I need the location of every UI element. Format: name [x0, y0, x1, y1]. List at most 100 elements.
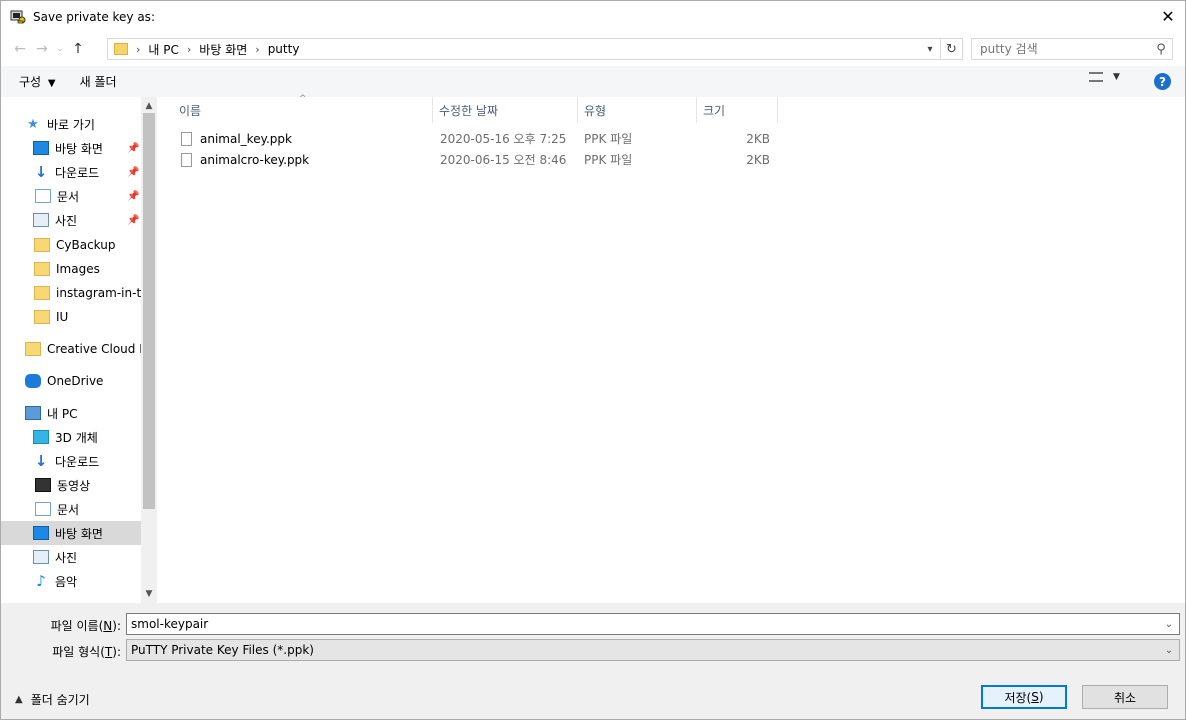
filename-input[interactable]: smol-keypair [131, 617, 208, 631]
scroll-down-icon[interactable]: ▼ [141, 587, 157, 601]
sidebar-item-label: 사진 [55, 550, 78, 565]
file-icon [181, 152, 192, 167]
pictures-icon [33, 213, 49, 227]
sidebar-scrollbar[interactable]: ▲ ▼ [141, 97, 157, 603]
command-toolbar: 구성 ▼ 새 폴더 ▼ ? [1, 66, 1185, 97]
recent-chevron-icon[interactable]: ⌄ [53, 38, 67, 60]
window-title: Save private key as: [33, 9, 155, 24]
sidebar-item-music[interactable]: ♪ 음악 [1, 569, 141, 593]
sidebar-item-documents[interactable]: 문서 [1, 497, 141, 521]
onedrive-cloud-icon [25, 374, 41, 388]
sidebar-item-quick-access[interactable]: ★ 바로 가기 [1, 112, 141, 136]
file-name: animal_key.ppk [200, 131, 292, 146]
pin-icon: 📌 [127, 190, 140, 202]
file-name-cell: animalcro-key.ppk [181, 152, 309, 167]
sidebar-item-desktop-pinned[interactable]: 바탕 화면 📌 [1, 136, 141, 160]
breadcrumb-my-pc[interactable]: 내 PC [148, 41, 178, 58]
breadcrumb-putty[interactable]: putty [268, 42, 300, 56]
breadcrumb-desktop[interactable]: 바탕 화면 [199, 41, 247, 58]
cancel-button[interactable]: 취소 [1082, 685, 1168, 709]
column-header-date[interactable]: 수정한 날짜 [433, 97, 578, 123]
save-button[interactable]: 저장(S) [981, 685, 1067, 709]
column-header-size[interactable]: 크기 [697, 97, 778, 123]
save-label-suffix: ) [1038, 690, 1044, 704]
file-date: 2020-06-15 오전 8:46 [440, 153, 567, 167]
column-header-label: 크기 [703, 103, 726, 118]
download-icon: ↓ [34, 452, 48, 470]
sidebar-item-onedrive[interactable]: OneDrive [1, 369, 141, 393]
filetype-select[interactable]: PuTTY Private Key Files (*.ppk) ⌄ [126, 639, 1180, 661]
view-options-button[interactable]: ▼ [1089, 72, 1120, 82]
help-icon[interactable]: ? [1154, 73, 1171, 90]
sidebar-item-label: 다운로드 [55, 165, 100, 180]
sidebar-item-cybackup[interactable]: CyBackup [1, 233, 141, 257]
music-icon: ♪ [36, 572, 46, 590]
chevron-down-icon: ▼ [1113, 72, 1120, 82]
search-box[interactable]: ⚲ [971, 38, 1173, 60]
pin-icon: 📌 [127, 142, 140, 154]
pin-icon: 📌 [127, 166, 140, 178]
up-arrow-icon[interactable]: ↑ [67, 38, 89, 60]
sidebar-item-instagram[interactable]: instagram-in-tis [1, 281, 141, 305]
creative-cloud-icon [25, 342, 41, 356]
column-header-name[interactable]: 이름 ^ [159, 94, 433, 123]
file-row[interactable]: animal_key.ppk 2020-05-16 오후 7:25 PPK 파일… [159, 128, 779, 149]
chevron-right-icon[interactable]: › [136, 43, 140, 56]
sidebar-item-label: CyBackup [56, 238, 116, 252]
navigation-pane: ★ 바로 가기 바탕 화면 📌 ↓ 다운로드 📌 문서 📌 사진 📌 CyBac… [1, 97, 157, 603]
sidebar-item-downloads-pinned[interactable]: ↓ 다운로드 📌 [1, 160, 141, 184]
back-arrow-icon[interactable]: ← [9, 38, 31, 60]
chevron-right-icon[interactable]: › [255, 43, 259, 56]
save-dialog: Save private key as: ✕ ← → ⌄ ↑ › 내 PC › … [0, 0, 1186, 720]
close-icon[interactable]: ✕ [1151, 1, 1185, 32]
file-list: 이름 ^ 수정한 날짜 유형 크기 animal_key.ppk 2020-05… [159, 94, 1185, 603]
folder-icon [34, 286, 50, 300]
chevron-down-icon[interactable]: ⌄ [1159, 640, 1179, 660]
filetype-label-text: 파일 형식( [52, 645, 105, 659]
sidebar-item-pictures[interactable]: 사진 [1, 545, 141, 569]
sidebar-item-downloads[interactable]: ↓ 다운로드 [1, 449, 141, 473]
document-icon [35, 189, 51, 203]
sidebar-item-images[interactable]: Images [1, 257, 141, 281]
scroll-up-icon[interactable]: ▲ [141, 99, 157, 113]
folder-icon [34, 310, 50, 324]
sidebar-item-creative-cloud[interactable]: Creative Cloud Fil [1, 337, 141, 361]
new-folder-button[interactable]: 새 폴더 [66, 73, 127, 90]
sidebar-item-documents-pinned[interactable]: 문서 📌 [1, 184, 141, 208]
sidebar-item-desktop[interactable]: 바탕 화면 [1, 521, 141, 545]
details-view-icon [1089, 72, 1103, 82]
hide-folders-toggle[interactable]: ▲ 폴더 숨기기 [15, 691, 90, 708]
column-header-label: 유형 [584, 103, 607, 118]
column-header-type[interactable]: 유형 [578, 97, 697, 123]
file-row[interactable]: animalcro-key.ppk 2020-06-15 오전 8:46 PPK… [159, 149, 779, 170]
organize-button[interactable]: 구성 ▼ [1, 73, 66, 90]
computer-icon [25, 406, 41, 420]
sidebar-item-pictures-pinned[interactable]: 사진 📌 [1, 208, 141, 232]
sidebar-item-label: OneDrive [47, 374, 104, 388]
file-size: 2KB [746, 152, 770, 167]
address-bar[interactable]: › 내 PC › 바탕 화면 › putty ▾ ↻ [107, 38, 963, 60]
chevron-down-icon[interactable]: ⌄ [1159, 614, 1179, 634]
file-icon [181, 131, 192, 146]
filetype-label: 파일 형식(T): [1, 643, 121, 660]
file-type: PPK 파일 [584, 153, 633, 167]
desktop-icon [33, 526, 49, 540]
putty-app-icon [9, 8, 27, 26]
sidebar-item-label: Images [56, 262, 100, 276]
scrollbar-thumb[interactable] [143, 113, 155, 509]
sidebar-item-3d-objects[interactable]: 3D 개체 [1, 425, 141, 449]
chevron-right-icon[interactable]: › [187, 43, 191, 56]
refresh-icon[interactable]: ↻ [940, 39, 962, 59]
sidebar-item-my-pc[interactable]: 내 PC [1, 401, 141, 425]
sidebar-item-videos[interactable]: 동영상 [1, 473, 141, 497]
filename-combobox[interactable]: smol-keypair ⌄ [126, 613, 1180, 635]
filetype-value: PuTTY Private Key Files (*.ppk) [131, 643, 314, 657]
sidebar-item-iu[interactable]: IU [1, 305, 141, 329]
search-input[interactable] [972, 42, 1150, 56]
forward-arrow-icon[interactable]: → [31, 38, 53, 60]
pin-icon: 📌 [127, 214, 140, 226]
save-form-area: 파일 이름(N): smol-keypair ⌄ 파일 형식(T): PuTTY… [1, 603, 1185, 719]
search-icon[interactable]: ⚲ [1150, 42, 1172, 57]
sidebar-item-label: 문서 [57, 189, 80, 204]
chevron-down-icon[interactable]: ▾ [922, 39, 938, 59]
